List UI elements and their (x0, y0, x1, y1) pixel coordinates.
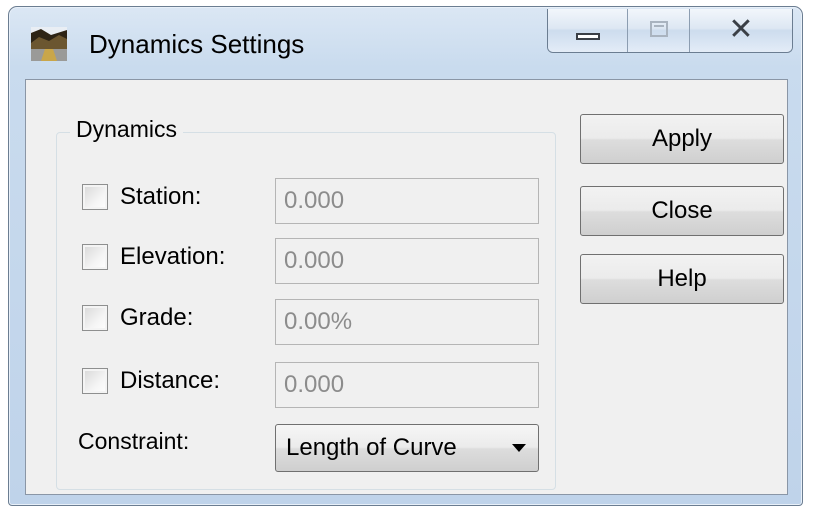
window-title: Dynamics Settings (89, 29, 305, 59)
apply-button[interactable]: Apply (580, 114, 784, 164)
constraint-selected-value: Length of Curve (286, 434, 457, 461)
constraint-label: Constraint: (78, 428, 190, 454)
caption-buttons: ✕ (547, 9, 793, 53)
grade-field: 0.00% (275, 299, 539, 345)
elevation-label: Elevation: (120, 243, 226, 270)
groupbox-label: Dynamics (70, 114, 183, 144)
constraint-dropdown[interactable]: Length of Curve (275, 424, 539, 472)
elevation-checkbox[interactable] (82, 244, 108, 270)
station-label: Station: (120, 183, 202, 210)
elevation-field: 0.000 (275, 238, 539, 284)
distance-checkbox[interactable] (82, 368, 108, 394)
minimize-icon (576, 33, 600, 40)
grade-checkbox[interactable] (82, 305, 108, 331)
distance-field: 0.000 (275, 362, 539, 408)
close-window-button[interactable]: ✕ (690, 9, 792, 52)
maximize-button[interactable] (628, 9, 690, 52)
minimize-button[interactable] (548, 9, 628, 52)
dropdown-arrow-icon (512, 444, 526, 452)
dialog-client-area: Dynamics Station: 0.000 Elevation: 0.000… (25, 79, 788, 495)
maximize-icon (650, 21, 668, 37)
dialog-window: Dynamics Settings ✕ Dynamics Station: 0.… (8, 6, 803, 506)
title-bar[interactable]: Dynamics Settings ✕ (9, 7, 802, 77)
close-icon: ✕ (728, 12, 754, 47)
station-checkbox[interactable] (82, 184, 108, 210)
grade-label: Grade: (120, 304, 194, 331)
landscape-icon (31, 27, 67, 61)
help-button[interactable]: Help (580, 254, 784, 304)
station-field: 0.000 (275, 178, 539, 224)
close-button[interactable]: Close (580, 186, 784, 236)
distance-label: Distance: (120, 367, 221, 394)
